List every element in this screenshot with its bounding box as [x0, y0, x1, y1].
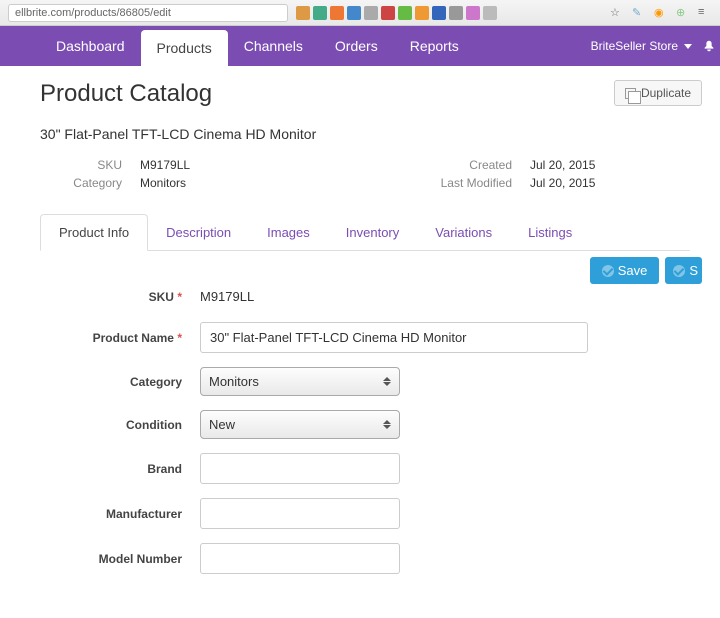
category-select-value: Monitors — [209, 374, 259, 389]
shield-icon[interactable]: ◉ — [654, 6, 668, 20]
browser-chrome: ellbrite.com/products/86805/edit ☆ ✎ ◉ ⊕… — [0, 0, 720, 26]
tab-variations[interactable]: Variations — [417, 215, 510, 250]
bell-icon[interactable] — [702, 39, 716, 53]
meta-modified-label: Last Modified — [400, 176, 530, 190]
page-title: Product Catalog — [40, 80, 690, 108]
product-name-label: Product Name * — [40, 331, 200, 345]
meta-category-label: Category — [40, 176, 140, 190]
sku-label: SKU * — [40, 290, 200, 304]
main-nav: Dashboard Products Channels Orders Repor… — [0, 26, 720, 66]
browser-actions: ☆ ✎ ◉ ⊕ ≡ — [610, 6, 712, 20]
store-name: BriteSeller Store — [591, 39, 678, 53]
nav-dashboard[interactable]: Dashboard — [40, 26, 141, 66]
category-select[interactable]: Monitors — [200, 367, 400, 396]
store-selector[interactable]: BriteSeller Store — [591, 26, 702, 66]
nav-reports[interactable]: Reports — [394, 26, 475, 66]
model-number-input[interactable] — [200, 543, 400, 574]
nav-products[interactable]: Products — [141, 30, 228, 66]
meta-created-label: Created — [400, 158, 530, 172]
product-meta: SKU M9179LL Category Monitors Created Ju… — [40, 158, 690, 190]
model-number-label: Model Number — [40, 552, 200, 566]
select-arrows-icon — [383, 420, 391, 429]
condition-label: Condition — [40, 418, 200, 432]
condition-select-value: New — [209, 417, 235, 432]
duplicate-button[interactable]: Duplicate — [614, 80, 702, 106]
meta-modified-value: Jul 20, 2015 — [530, 176, 650, 190]
meta-sku-value: M9179LL — [140, 158, 280, 172]
brand-label: Brand — [40, 462, 200, 476]
manufacturer-label: Manufacturer — [40, 507, 200, 521]
brand-input[interactable] — [200, 453, 400, 484]
save-actions: Save S — [590, 257, 702, 284]
tab-images[interactable]: Images — [249, 215, 328, 250]
meta-sku-label: SKU — [40, 158, 140, 172]
select-arrows-icon — [383, 377, 391, 386]
check-icon — [602, 265, 614, 277]
url-bar[interactable]: ellbrite.com/products/86805/edit — [8, 4, 288, 22]
tab-product-info[interactable]: Product Info — [40, 214, 148, 251]
category-label: Category — [40, 375, 200, 389]
nav-orders[interactable]: Orders — [319, 26, 394, 66]
bookmark-icons — [296, 6, 610, 20]
extension-icon[interactable]: ✎ — [632, 6, 646, 20]
meta-category-value: Monitors — [140, 176, 280, 190]
save-partial-label: S — [689, 263, 698, 278]
check-icon — [673, 265, 685, 277]
menu-icon[interactable]: ≡ — [698, 6, 712, 20]
product-name-input[interactable] — [200, 322, 588, 353]
add-icon[interactable]: ⊕ — [676, 6, 690, 20]
manufacturer-input[interactable] — [200, 498, 400, 529]
chevron-down-icon — [684, 44, 692, 49]
tab-inventory[interactable]: Inventory — [328, 215, 417, 250]
meta-created-value: Jul 20, 2015 — [530, 158, 650, 172]
save-and-button[interactable]: S — [665, 257, 702, 284]
save-label: Save — [618, 263, 648, 278]
duplicate-label: Duplicate — [641, 86, 691, 100]
tab-listings[interactable]: Listings — [510, 215, 590, 250]
duplicate-icon — [625, 88, 636, 99]
star-icon[interactable]: ☆ — [610, 6, 624, 20]
condition-select[interactable]: New — [200, 410, 400, 439]
sku-value: M9179LL — [200, 289, 254, 304]
tab-description[interactable]: Description — [148, 215, 249, 250]
save-button[interactable]: Save — [590, 257, 660, 284]
product-tabs: Product Info Description Images Inventor… — [40, 214, 690, 251]
nav-channels[interactable]: Channels — [228, 26, 319, 66]
product-heading: 30" Flat-Panel TFT-LCD Cinema HD Monitor — [40, 126, 690, 142]
